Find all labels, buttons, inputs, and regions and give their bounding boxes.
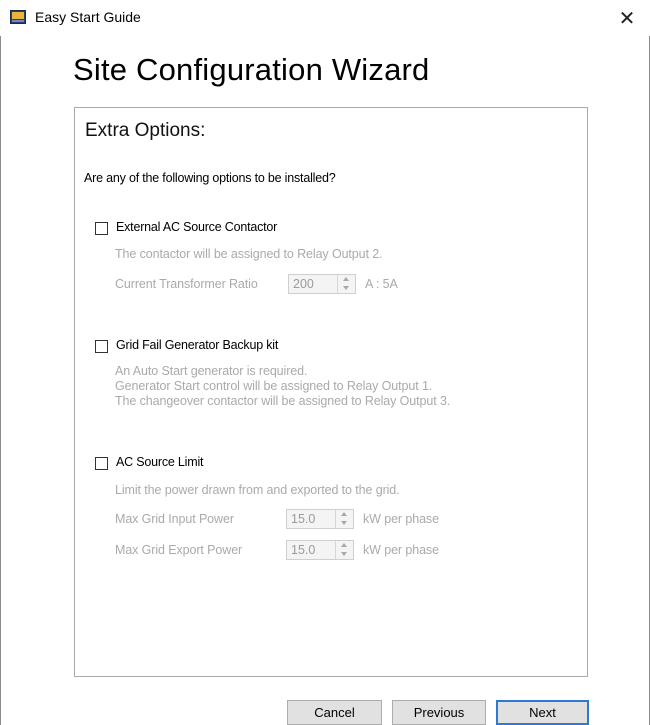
cancel-button[interactable]: Cancel — [287, 700, 382, 725]
max-grid-input-label: Max Grid Input Power — [115, 512, 234, 526]
grid-fail-backup-line-3: The changeover contactor will be assigne… — [115, 394, 451, 408]
page-title: Site Configuration Wizard — [73, 52, 430, 87]
max-grid-export-unit: kW per phase — [363, 543, 439, 557]
options-question: Are any of the following options to be i… — [84, 171, 336, 185]
grid-fail-backup-line-1: An Auto Start generator is required. — [115, 364, 308, 378]
ac-source-limit-checkbox[interactable] — [95, 457, 108, 470]
external-ac-contactor-description: The contactor will be assigned to Relay … — [115, 247, 383, 261]
ct-ratio-label: Current Transformer Ratio — [115, 277, 258, 291]
spin-up-icon — [341, 543, 347, 547]
wizard-window: Easy Start Guide ✕ Site Configuration Wi… — [0, 0, 650, 725]
max-grid-export-label: Max Grid Export Power — [115, 543, 243, 557]
ct-ratio-unit: A : 5A — [365, 277, 398, 291]
close-icon: ✕ — [618, 7, 636, 30]
ac-source-limit-label[interactable]: AC Source Limit — [116, 455, 204, 469]
external-ac-contactor-checkbox[interactable] — [95, 222, 108, 235]
title-bar: Easy Start Guide ✕ — [0, 0, 650, 36]
ct-ratio-value: 200 — [293, 277, 314, 291]
spin-up-icon — [343, 277, 349, 281]
extra-options-panel: Extra Options: Are any of the following … — [74, 107, 588, 677]
max-grid-input-value: 15.0 — [291, 512, 316, 526]
max-grid-input-unit: kW per phase — [363, 512, 439, 526]
max-grid-export-spin-buttons[interactable] — [335, 541, 353, 559]
max-grid-export-value: 15.0 — [291, 543, 316, 557]
ct-ratio-spin-buttons[interactable] — [337, 275, 355, 293]
next-button[interactable]: Next — [496, 700, 589, 725]
spin-down-icon — [341, 552, 347, 556]
spin-down-icon — [343, 286, 349, 290]
window-border-left — [0, 36, 1, 725]
grid-fail-backup-line-2: Generator Start control will be assigned… — [115, 379, 433, 393]
max-grid-input-spinner[interactable]: 15.0 — [286, 509, 354, 529]
app-icon — [10, 10, 26, 24]
close-button[interactable]: ✕ — [604, 0, 650, 36]
grid-fail-backup-checkbox[interactable] — [95, 340, 108, 353]
previous-button[interactable]: Previous — [392, 700, 486, 725]
ct-ratio-spinner[interactable]: 200 — [288, 274, 356, 294]
external-ac-contactor-label[interactable]: External AC Source Contactor — [116, 220, 277, 234]
max-grid-export-spinner[interactable]: 15.0 — [286, 540, 354, 560]
section-title: Extra Options: — [85, 120, 206, 141]
ac-source-limit-description: Limit the power drawn from and exported … — [115, 483, 400, 497]
window-title: Easy Start Guide — [35, 9, 141, 25]
grid-fail-backup-label[interactable]: Grid Fail Generator Backup kit — [116, 338, 278, 352]
spin-down-icon — [341, 521, 347, 525]
max-grid-input-spin-buttons[interactable] — [335, 510, 353, 528]
spin-up-icon — [341, 512, 347, 516]
